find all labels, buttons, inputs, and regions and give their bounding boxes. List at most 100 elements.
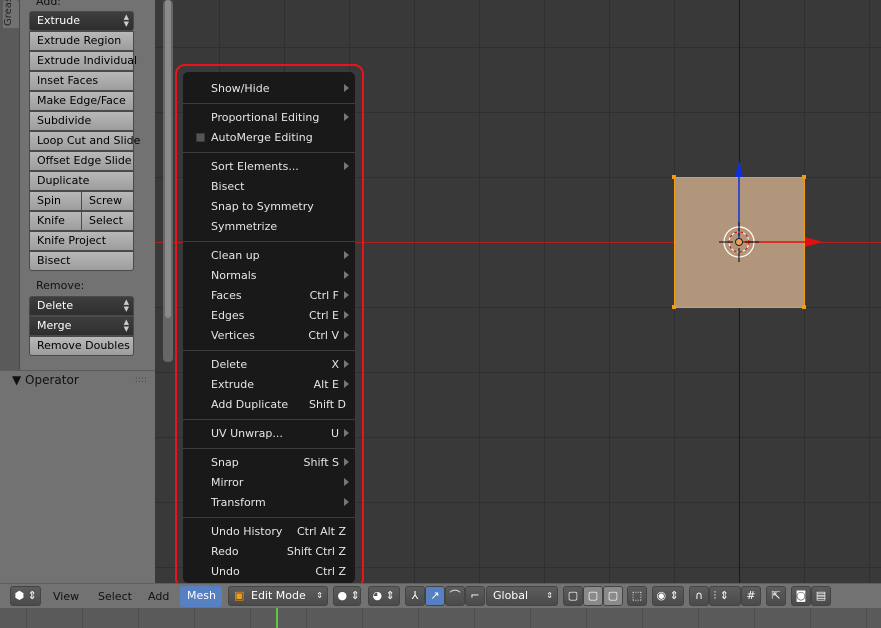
mode-dropdown[interactable]: Edit Mode ⇕ ▣ <box>228 586 328 606</box>
menu-item-sort-elements[interactable]: Sort Elements... <box>183 157 355 177</box>
bisect-button[interactable]: Bisect <box>29 251 134 271</box>
snap-element-dropdown[interactable]: ⫶ ⇕ <box>709 586 741 606</box>
extrude-dropdown[interactable]: Extrude ▲ ▼ <box>29 11 134 31</box>
scale-manipulator-icon[interactable]: ⌐ <box>465 586 485 606</box>
submenu-arrow-icon <box>344 458 349 466</box>
layers-icon[interactable]: ⇱ <box>766 586 786 606</box>
menu-item-uv-unwrap[interactable]: UV Unwrap... U <box>183 424 355 444</box>
menu-item-shortcut: X <box>331 358 339 371</box>
menu-item-bisect[interactable]: Bisect <box>183 177 355 197</box>
limit-selection-icon[interactable]: ⬚ <box>627 586 647 606</box>
timeline[interactable] <box>0 608 881 628</box>
render-camera-icon[interactable]: ◙ <box>791 586 811 606</box>
extrude-individual-button[interactable]: Extrude Individual <box>29 51 137 71</box>
face-select-icon[interactable]: ▢ <box>603 586 623 606</box>
edge-select-icon[interactable]: ▢ <box>583 586 603 606</box>
menu-item-label: Delete <box>211 358 248 371</box>
menu-item-mirror[interactable]: Mirror <box>183 473 355 493</box>
menu-item-redo[interactable]: Redo Shift Ctrl Z <box>183 542 355 562</box>
mesh-menu-button[interactable]: Mesh <box>180 586 222 607</box>
duplicate-button[interactable]: Duplicate <box>29 171 134 191</box>
spin-button[interactable]: Spin <box>29 191 82 211</box>
menu-item-proportional-editing[interactable]: Proportional Editing <box>183 108 355 128</box>
toolshelf-scrollbar[interactable] <box>163 0 173 362</box>
menu-item-label: Extrude <box>211 378 255 391</box>
pivot-point-dropdown[interactable]: ◕ ⇕ <box>368 586 400 606</box>
menu-separator <box>183 350 355 351</box>
select-menu[interactable]: Select <box>98 590 132 603</box>
menu-separator <box>183 241 355 242</box>
menu-item-add-duplicate[interactable]: Add Duplicate Shift D <box>183 395 355 415</box>
translate-manipulator-icon[interactable]: ↗ <box>425 586 445 606</box>
remove-doubles-button[interactable]: Remove Doubles <box>29 336 134 356</box>
menu-item-automerge-editing[interactable]: AutoMerge Editing <box>183 128 355 148</box>
menu-item-shortcut: U <box>330 427 339 440</box>
checkbox-icon[interactable] <box>196 133 205 142</box>
manipulator-toggle-icon[interactable]: ⅄ <box>405 586 425 606</box>
knife-button[interactable]: Knife <box>29 211 82 231</box>
editor-type-button[interactable]: ⬢ ⇕ <box>10 586 41 606</box>
make-edge-face-button[interactable]: Make Edge/Face <box>29 91 134 111</box>
subdivide-button[interactable]: Subdivide <box>29 111 134 131</box>
menu-item-label: Snap to Symmetry <box>211 200 314 213</box>
rotate-manipulator-icon[interactable]: ⌒ <box>445 586 465 606</box>
screw-button[interactable]: Screw <box>81 191 134 211</box>
menu-item-shortcut: Ctrl V <box>308 329 339 342</box>
menu-item-label: Clean up <box>211 249 260 262</box>
menu-item-label: Normals <box>211 269 257 282</box>
snap-grid-icon[interactable]: # <box>741 586 761 606</box>
menu-item-transform[interactable]: Transform <box>183 493 355 513</box>
inset-faces-button[interactable]: Inset Faces <box>29 71 134 91</box>
current-frame-marker[interactable] <box>276 608 278 628</box>
merge-dropdown[interactable]: Merge ▲ ▼ <box>29 316 134 336</box>
extrude-region-button[interactable]: Extrude Region <box>29 31 134 51</box>
vertex-select-icon[interactable]: ▢ <box>563 586 583 606</box>
menu-item-faces[interactable]: Faces Ctrl F <box>183 286 355 306</box>
submenu-arrow-icon <box>344 311 349 319</box>
drag-grip-icon[interactable]: :::: <box>135 375 147 385</box>
mesh-menu: Show/Hide Proportional Editing AutoMerge E… <box>183 72 355 583</box>
menu-item-snap-to-symmetry[interactable]: Snap to Symmetry <box>183 197 355 217</box>
edit-mode-icon: ▣ <box>234 589 245 602</box>
menu-item-label: UV Unwrap... <box>211 427 283 440</box>
menu-item-label: Mirror <box>211 476 244 489</box>
menu-item-symmetrize[interactable]: Symmetrize <box>183 217 355 237</box>
menu-item-label: Add Duplicate <box>211 398 289 411</box>
offset-edge-slide-button[interactable]: Offset Edge Slide <box>29 151 134 171</box>
viewport-header: ⬢ ⇕ View Select Add Mesh Edit Mode ⇕ ▣ ● ⇕… <box>0 583 881 608</box>
menu-item-label: Vertices <box>211 329 255 342</box>
menu-item-label: Symmetrize <box>211 220 278 233</box>
submenu-arrow-icon <box>344 498 349 506</box>
menu-separator <box>183 152 355 153</box>
snap-toggle-icon[interactable]: ∩ <box>689 586 709 606</box>
menu-item-undo[interactable]: Undo Ctrl Z <box>183 562 355 582</box>
knife-project-button[interactable]: Knife Project <box>29 231 134 251</box>
tab-grease-pencil[interactable]: Grease <box>3 0 19 28</box>
view-menu[interactable]: View <box>53 590 79 603</box>
menu-item-undo-history[interactable]: Undo History Ctrl Alt Z <box>183 522 355 542</box>
menu-item-vertices[interactable]: Vertices Ctrl V <box>183 326 355 346</box>
proportional-edit-dropdown[interactable]: ◉ ⇕ <box>652 586 684 606</box>
menu-item-shortcut: Shift S <box>303 456 339 469</box>
menu-item-snap[interactable]: Snap Shift S <box>183 453 355 473</box>
submenu-arrow-icon <box>344 271 349 279</box>
transform-orientation-dropdown[interactable]: Global ⇕ <box>486 586 558 606</box>
operator-panel-header[interactable]: ▼ Operator <box>12 373 79 387</box>
submenu-arrow-icon <box>344 113 349 121</box>
menu-item-show-hide[interactable]: Show/Hide <box>183 79 355 99</box>
menu-item-delete[interactable]: Delete X <box>183 355 355 375</box>
menu-item-shortcut: Shift D <box>309 398 346 411</box>
menu-item-normals[interactable]: Normals <box>183 266 355 286</box>
add-menu[interactable]: Add <box>148 590 169 603</box>
viewport-shading-dropdown[interactable]: ● ⇕ <box>333 586 361 606</box>
knife-select-button[interactable]: Select <box>81 211 134 231</box>
loop-cut-button[interactable]: Loop Cut and Slide <box>29 131 140 151</box>
submenu-arrow-icon <box>344 84 349 92</box>
menu-item-extrude[interactable]: Extrude Alt E <box>183 375 355 395</box>
menu-item-clean-up[interactable]: Clean up <box>183 246 355 266</box>
menu-separator <box>183 448 355 449</box>
menu-item-edges[interactable]: Edges Ctrl E <box>183 306 355 326</box>
menu-separator <box>183 103 355 104</box>
render-animation-icon[interactable]: ▤ <box>811 586 831 606</box>
delete-dropdown[interactable]: Delete ▲ ▼ <box>29 296 134 316</box>
